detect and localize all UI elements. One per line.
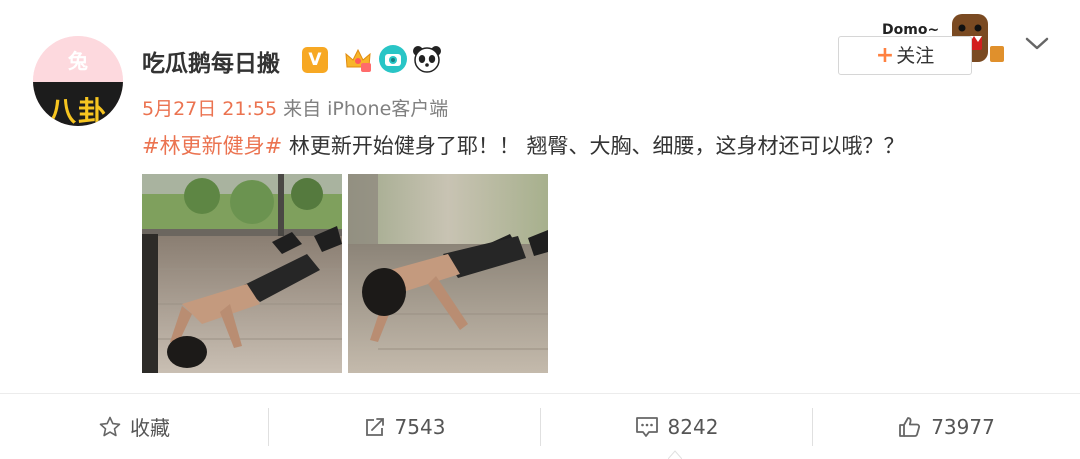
- plus-icon: +: [875, 43, 895, 68]
- favorite-button[interactable]: 收藏: [0, 394, 268, 459]
- weibo-post-card: 兔 八卦 吃瓜鹅每日搬 V 5月27日 21:55 来自 iPhone客户端 D…: [0, 0, 1080, 459]
- post-time[interactable]: 5月27日 21:55: [142, 98, 277, 120]
- post-meta: 5月27日 21:55 来自 iPhone客户端: [142, 94, 448, 121]
- panda-badge-icon[interactable]: [412, 44, 442, 74]
- avatar[interactable]: 兔 八卦: [33, 36, 123, 126]
- camera-badge-icon[interactable]: [378, 44, 408, 74]
- like-button[interactable]: 73977: [812, 394, 1080, 459]
- follow-button[interactable]: + 关注: [838, 36, 972, 75]
- comment-count: 8242: [667, 414, 719, 439]
- star-icon: [99, 416, 121, 436]
- avatar-mark: 兔: [68, 49, 88, 73]
- thumbs-up-icon: [899, 416, 921, 437]
- share-icon: [365, 417, 384, 436]
- like-count: 73977: [931, 414, 995, 439]
- post-body: 林更新开始健身了耶！！ 翘臀、大胸、细腰，这身材还可以哦？？: [282, 134, 905, 158]
- verified-v-icon[interactable]: V: [302, 47, 328, 73]
- pushup-photo-2[interactable]: [348, 174, 548, 373]
- avatar-text: 八卦: [47, 95, 108, 126]
- pushup-photo-1[interactable]: [142, 174, 342, 373]
- favorite-label: 收藏: [130, 416, 170, 440]
- comment-icon: [635, 416, 658, 437]
- action-bar: 收藏 7543 8242 73977: [0, 394, 1080, 459]
- repost-count: 7543: [394, 414, 446, 439]
- crown-badge-icon[interactable]: [344, 47, 372, 73]
- chevron-down-icon[interactable]: [1024, 34, 1050, 54]
- post-text: #林更新健身# 林更新开始健身了耶！！ 翘臀、大胸、细腰，这身材还可以哦？？: [142, 130, 905, 160]
- hashtag-link[interactable]: #林更新健身#: [142, 134, 282, 158]
- follow-label: 关注: [896, 45, 935, 67]
- repost-button[interactable]: 7543: [268, 394, 540, 459]
- post-source: 来自 iPhone客户端: [283, 98, 449, 120]
- author-name[interactable]: 吃瓜鹅每日搬: [142, 44, 280, 78]
- comment-caret-icon: [668, 450, 682, 459]
